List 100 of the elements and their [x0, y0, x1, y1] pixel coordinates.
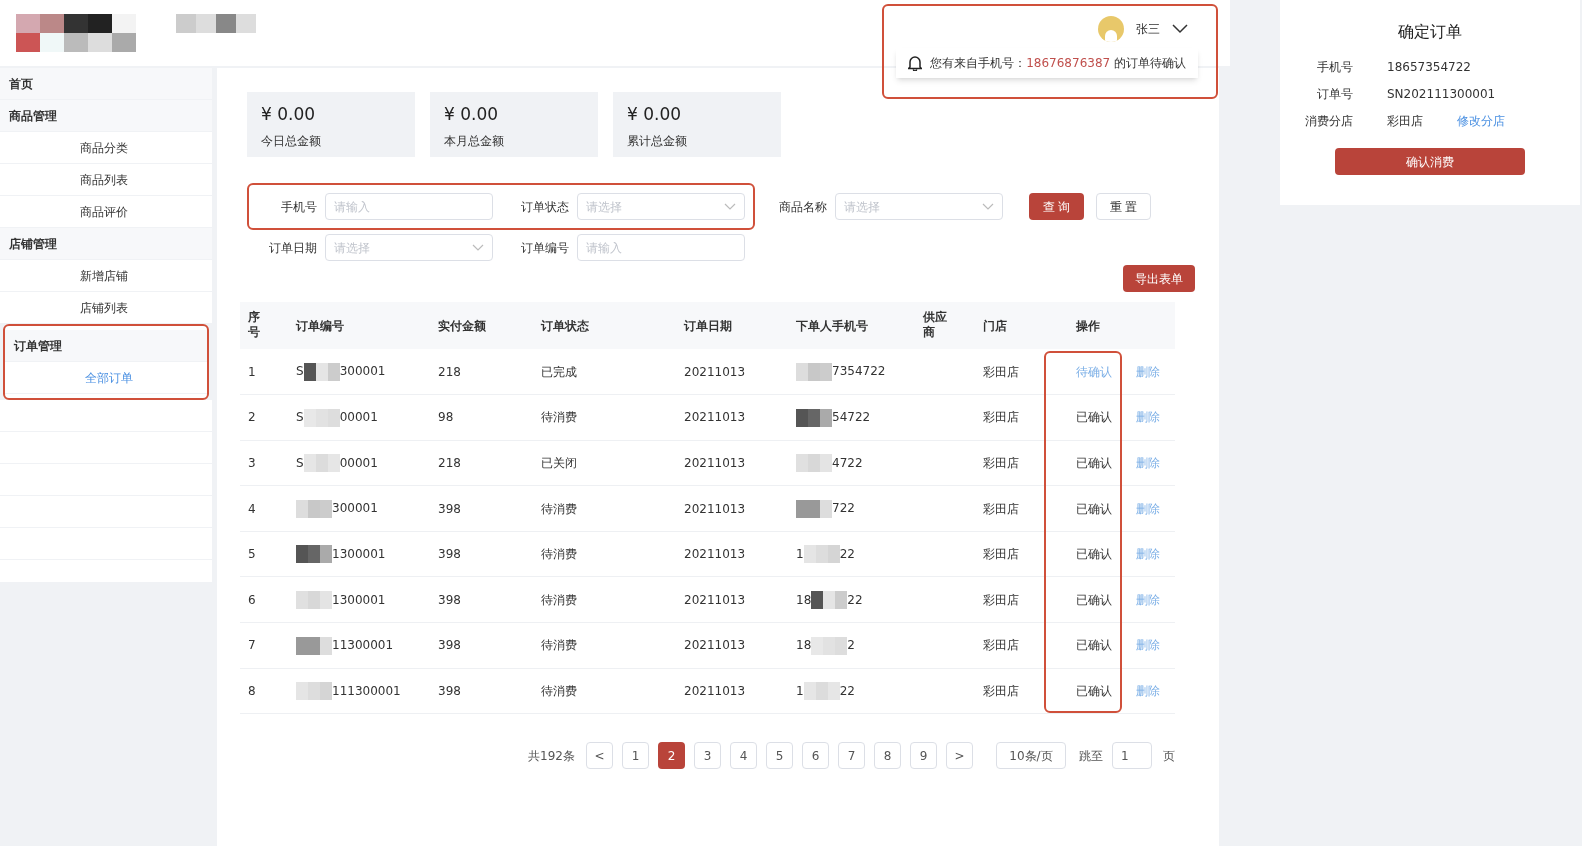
action-link[interactable]: 已确认 [1076, 683, 1112, 698]
page-button[interactable]: 6 [802, 742, 829, 770]
page-suffix: 页 [1163, 747, 1175, 765]
page-button[interactable]: 4 [730, 742, 757, 770]
table-cell: 彩田店 [983, 364, 1019, 379]
table-cell: 待消费 [541, 501, 577, 516]
action-link[interactable]: 已确认 [1076, 547, 1112, 562]
page-button[interactable]: 2 [658, 742, 685, 770]
table-cell: 20211013 [684, 456, 746, 470]
filter-label: 订单编号 [520, 239, 569, 257]
action-link[interactable]: 已确认 [1076, 410, 1112, 425]
table-cell: 彩田店 [983, 638, 1019, 653]
phone-number-text: 2 [847, 638, 855, 653]
table-cell: 398 [438, 592, 461, 607]
table-cell: 待消费 [541, 683, 577, 698]
page-button[interactable]: 5 [766, 742, 793, 770]
filter-label: 手机号 [280, 198, 317, 216]
table-cell: 6 [248, 592, 256, 607]
table-cell: 20211013 [684, 638, 746, 653]
table-cell: 待消费 [541, 410, 577, 425]
phone-number-text: 22 [839, 546, 855, 561]
column-header: 实付金额 [438, 318, 486, 333]
filter-label: 订单日期 [268, 239, 317, 257]
table-cell: 20211013 [684, 501, 746, 516]
user-name[interactable]: 张三 [1136, 20, 1160, 38]
change-store-link[interactable]: 修改分店 [1457, 112, 1505, 130]
input-field[interactable]: 请输入 [577, 234, 745, 261]
table-cell: 398 [438, 501, 461, 516]
column-header: 订单编号 [296, 318, 344, 333]
search-button[interactable]: 查 询 [1029, 193, 1084, 220]
table-cell: 彩田店 [983, 501, 1019, 516]
action-link[interactable]: 已确认 [1076, 501, 1112, 516]
page-button[interactable]: 7 [838, 742, 865, 770]
action-link[interactable]: 已确认 [1076, 456, 1112, 470]
prev-page-button[interactable]: < [586, 742, 613, 770]
sidebar-item[interactable]: 首页 [0, 68, 212, 100]
sidebar-item[interactable]: 商品管理 [0, 100, 212, 132]
sidebar-item[interactable]: 店铺管理 [0, 228, 212, 260]
export-button[interactable]: 导出表单 [1123, 265, 1195, 292]
column-header: 订单状态 [541, 318, 589, 333]
order-number-text: S [296, 410, 304, 425]
table-cell: 98 [438, 410, 454, 425]
stat-label: 本月总金额 [444, 132, 505, 150]
table-cell: 4 [248, 501, 256, 516]
table-cell: 2 [248, 410, 256, 425]
jump-label: 跳至 [1079, 747, 1103, 765]
page-button[interactable]: 3 [694, 742, 721, 770]
total-count: 共192条 [528, 747, 575, 765]
phone-number-text: 22 [847, 592, 863, 607]
column-header: 门店 [983, 318, 1007, 333]
input-field[interactable]: 请输入 [325, 193, 493, 220]
order-number-text: 300001 [332, 501, 378, 516]
column-header: 供应商 [923, 309, 948, 341]
page-jump-field[interactable]: 1 [1112, 742, 1152, 770]
filter-label: 订单状态 [520, 198, 569, 216]
column-header: 下单人手机号 [796, 318, 868, 333]
field-value: 18657354722 [1387, 59, 1471, 76]
phone-number-text: 54722 [832, 410, 871, 425]
table-cell: 5 [248, 547, 256, 562]
page-size-select[interactable]: 10条/页 [996, 742, 1066, 770]
sidebar-item[interactable]: 订单管理 [5, 330, 207, 362]
table-cell: 398 [438, 547, 461, 562]
table-cell: 20211013 [684, 364, 746, 379]
page-button[interactable]: 9 [910, 742, 937, 770]
stat-amount: ¥ 0.00 [627, 103, 683, 126]
order-number-text: 1300001 [332, 592, 386, 607]
table-cell: 20211013 [684, 683, 746, 698]
table-cell: 已完成 [541, 364, 577, 379]
phone-number-text: 722 [832, 501, 855, 516]
table-cell: 218 [438, 456, 461, 470]
field-value: 彩田店 [1387, 113, 1423, 130]
table-cell: 8 [248, 683, 256, 698]
table-cell: 已关闭 [541, 456, 577, 470]
order-number-text: S [296, 455, 304, 470]
page-button[interactable]: 8 [874, 742, 901, 770]
order-number-text: 00001 [339, 410, 378, 425]
next-page-button[interactable]: > [946, 742, 973, 770]
table-cell: 398 [438, 683, 461, 698]
table-cell: 待消费 [541, 547, 577, 562]
table-cell: 20211013 [684, 592, 746, 607]
field-label: 消费分店 [1304, 113, 1353, 130]
phone-number-text: 1 [796, 683, 804, 698]
table-cell: 1 [248, 364, 256, 379]
column-header: 序号 [248, 309, 261, 341]
table-cell: 彩田店 [983, 683, 1019, 698]
phone-number-text: 22 [839, 683, 855, 698]
field-label: 订单号 [1316, 86, 1353, 103]
stat-label: 今日总金额 [261, 132, 322, 150]
column-header: 操作 [1076, 318, 1100, 333]
page-button[interactable]: 1 [622, 742, 649, 770]
action-link[interactable]: 已确认 [1076, 592, 1112, 607]
confirm-button[interactable]: 确认消费 [1335, 148, 1525, 175]
order-number-text: 1300001 [332, 546, 386, 561]
reset-button[interactable]: 重 置 [1096, 193, 1151, 220]
order-number-text: S [296, 364, 304, 379]
table-cell: 待消费 [541, 638, 577, 653]
table-cell: 218 [438, 364, 461, 379]
panel-title: 确定订单 [1398, 21, 1462, 43]
table-cell: 彩田店 [983, 592, 1019, 607]
action-link[interactable]: 已确认 [1076, 638, 1112, 653]
